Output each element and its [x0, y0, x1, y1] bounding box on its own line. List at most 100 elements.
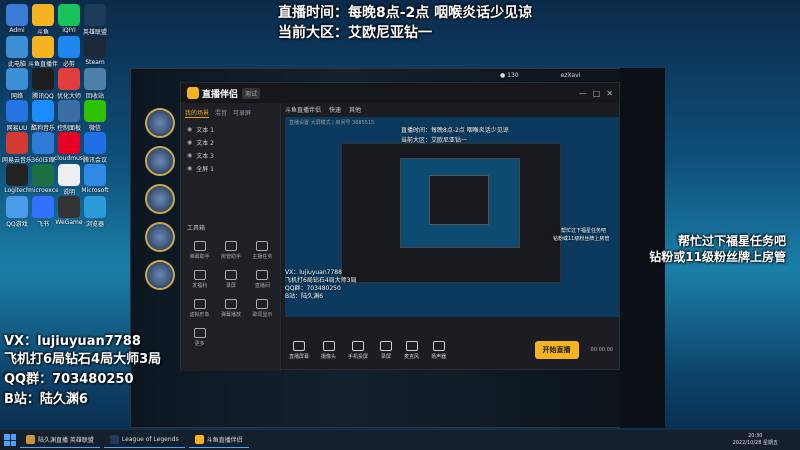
- taskbar-app[interactable]: 陆久渊直播 英雄联盟: [20, 432, 100, 448]
- tool-label: 主播任务: [252, 254, 273, 260]
- champion-avatar[interactable]: [145, 146, 175, 176]
- app-icon: [84, 196, 106, 218]
- tool-icon: [224, 241, 237, 251]
- stream-source-button[interactable]: 录屏: [380, 340, 393, 360]
- overlay-left-0: VX：lujiuyuan7788: [4, 334, 141, 349]
- desktop-icon-label: 微信: [88, 125, 101, 132]
- overlay-left-3: B站：陆久渊6: [4, 392, 88, 407]
- source-label: 麦克风: [404, 353, 420, 360]
- champion-avatar[interactable]: [145, 222, 175, 252]
- stream-source-button[interactable]: 麦克风: [404, 340, 420, 360]
- preview-mode-button[interactable]: 快速: [329, 105, 341, 114]
- source-icon: [405, 340, 418, 351]
- tab-scenes[interactable]: 我的场景: [185, 108, 210, 118]
- app-icon: [84, 100, 106, 122]
- app-icon: [58, 132, 80, 154]
- taskbar-app-label: 斗鱼直播伴侣: [206, 437, 243, 444]
- tool-button[interactable]: 录屏: [215, 270, 246, 289]
- taskbar-app-label: 陆久渊直播 英雄联盟: [38, 437, 94, 444]
- app-icon: [58, 196, 80, 218]
- tool-button[interactable]: 直播间: [247, 270, 278, 289]
- desktop-icon-label: 浏览器: [85, 221, 104, 228]
- app-icon: [84, 36, 106, 58]
- stream-source-button[interactable]: 手机投屏: [348, 340, 368, 360]
- app-icon: [6, 196, 28, 218]
- mini-overlay-right-1: 钻粉或11级粉丝牌上房管: [553, 236, 610, 242]
- tab-record[interactable]: 可录屏: [233, 108, 251, 118]
- tool-icon: [224, 299, 237, 309]
- stream-source-button[interactable]: 摄像头: [321, 340, 336, 360]
- source-label: 扬声器: [431, 353, 447, 360]
- desktop-icon[interactable]: 英雄联盟: [80, 4, 110, 36]
- tool-button[interactable]: 虚拟形象: [184, 299, 215, 318]
- clock-date: 2022/10/28 星期五: [732, 440, 778, 446]
- desktop-icon[interactable]: 微信: [80, 100, 110, 132]
- tool-label: 录屏: [225, 283, 236, 289]
- app-version-badge: 测试: [242, 87, 261, 99]
- app-icon: [32, 68, 54, 90]
- tool-button[interactable]: 歌词显示: [247, 299, 278, 318]
- app-logo: 直播伴侣: [187, 87, 238, 100]
- app-icon: [6, 36, 28, 58]
- champion-avatar[interactable]: [145, 184, 175, 214]
- taskbar-app[interactable]: 斗鱼直播伴侣: [188, 432, 249, 448]
- live-timer: 00:00:00: [590, 347, 613, 353]
- bottom-action-bar: 直播屏幕 摄像头 手机投屏 录屏 麦克风 扬声器 开始直播 00:00:00: [281, 329, 621, 371]
- preview-other-button[interactable]: 其他: [349, 105, 361, 114]
- tool-button[interactable]: 发福利: [184, 270, 215, 289]
- scene-item[interactable]: ◉ 文本 2: [181, 136, 280, 149]
- minimize-button[interactable]: —: [579, 89, 587, 98]
- taskbar-clock[interactable]: 20:30 2022/10/28 星期五: [733, 433, 778, 447]
- desktop-icon[interactable]: 浏览器: [80, 196, 110, 228]
- scene-item[interactable]: ◉ 文本 1: [181, 123, 280, 136]
- scene-item[interactable]: ◉ 全屏 1: [181, 162, 280, 175]
- streaming-app-window[interactable]: 直播伴侣 测试 — □ ✕ 我的场景 混音 可录屏 ◉ 文本 1 ◉ 文本 2 ◉ 文…: [180, 82, 621, 371]
- start-live-button[interactable]: 开始直播: [534, 341, 579, 359]
- tool-button[interactable]: 更多: [184, 328, 215, 347]
- taskbar-app[interactable]: League of Legends: [103, 432, 185, 448]
- app-icon: [58, 68, 80, 90]
- tool-button[interactable]: 弹幕播放: [215, 299, 246, 318]
- stream-source-button[interactable]: 扬声器: [431, 340, 447, 360]
- source-icon: [432, 340, 445, 351]
- app-icon: [58, 4, 80, 26]
- desktop-icon[interactable]: 回收站: [80, 68, 110, 100]
- scene-item[interactable]: ◉ 文本 3: [181, 149, 280, 162]
- eye-icon[interactable]: ◉: [187, 152, 192, 159]
- clock-time: 20:30: [748, 433, 763, 439]
- app-icon: [6, 164, 28, 186]
- stream-source-button[interactable]: 直播屏幕: [289, 340, 309, 360]
- eye-icon[interactable]: ◉: [187, 126, 192, 133]
- desktop-icon[interactable]: Microsoft: [80, 164, 110, 194]
- desktop-icon-label: 腾讯会议: [82, 157, 107, 164]
- close-button[interactable]: ✕: [606, 89, 613, 98]
- scene-label: 文本 1: [196, 127, 214, 134]
- desktop-icon-label: Microsoft: [81, 187, 109, 194]
- lol-top-bar: ● 130 ezXavi: [500, 72, 580, 79]
- eye-icon[interactable]: ◉: [187, 165, 192, 172]
- maximize-button[interactable]: □: [593, 89, 601, 98]
- champion-avatar[interactable]: [145, 260, 175, 290]
- tool-icon: [256, 241, 269, 251]
- desktop-icon[interactable]: 腾讯会议: [80, 132, 110, 164]
- desktop-icon-label: 英雄联盟: [82, 29, 107, 36]
- app-icon: [6, 132, 28, 154]
- nested-preview-window: [341, 143, 561, 283]
- mini-overlay-right-0: 帮忙过下福星任务吧: [561, 228, 607, 234]
- desktop-icon[interactable]: Steam: [80, 36, 110, 66]
- scene-label: 全屏 1: [196, 166, 214, 173]
- eye-icon[interactable]: ◉: [187, 139, 192, 146]
- windows-start-icon[interactable]: [4, 434, 16, 446]
- app-icon: [32, 100, 54, 122]
- champion-avatar[interactable]: [145, 108, 175, 138]
- tab-mixer[interactable]: 混音: [215, 108, 227, 118]
- tool-button[interactable]: 房管助手: [215, 241, 246, 260]
- tool-label: 更多: [194, 341, 205, 347]
- stream-preview[interactable]: 直播设置 大屏模式 | 房间号 3685515 直播时间：每晚8点-2点 咽喉炎…: [285, 117, 619, 317]
- tool-button[interactable]: 主播任务: [247, 241, 278, 260]
- tool-button[interactable]: 弹幕助手: [184, 241, 215, 260]
- nested-preview-app: [429, 175, 489, 225]
- tool-icon: [256, 270, 269, 280]
- source-icon: [293, 340, 305, 351]
- tool-icon: [193, 270, 206, 280]
